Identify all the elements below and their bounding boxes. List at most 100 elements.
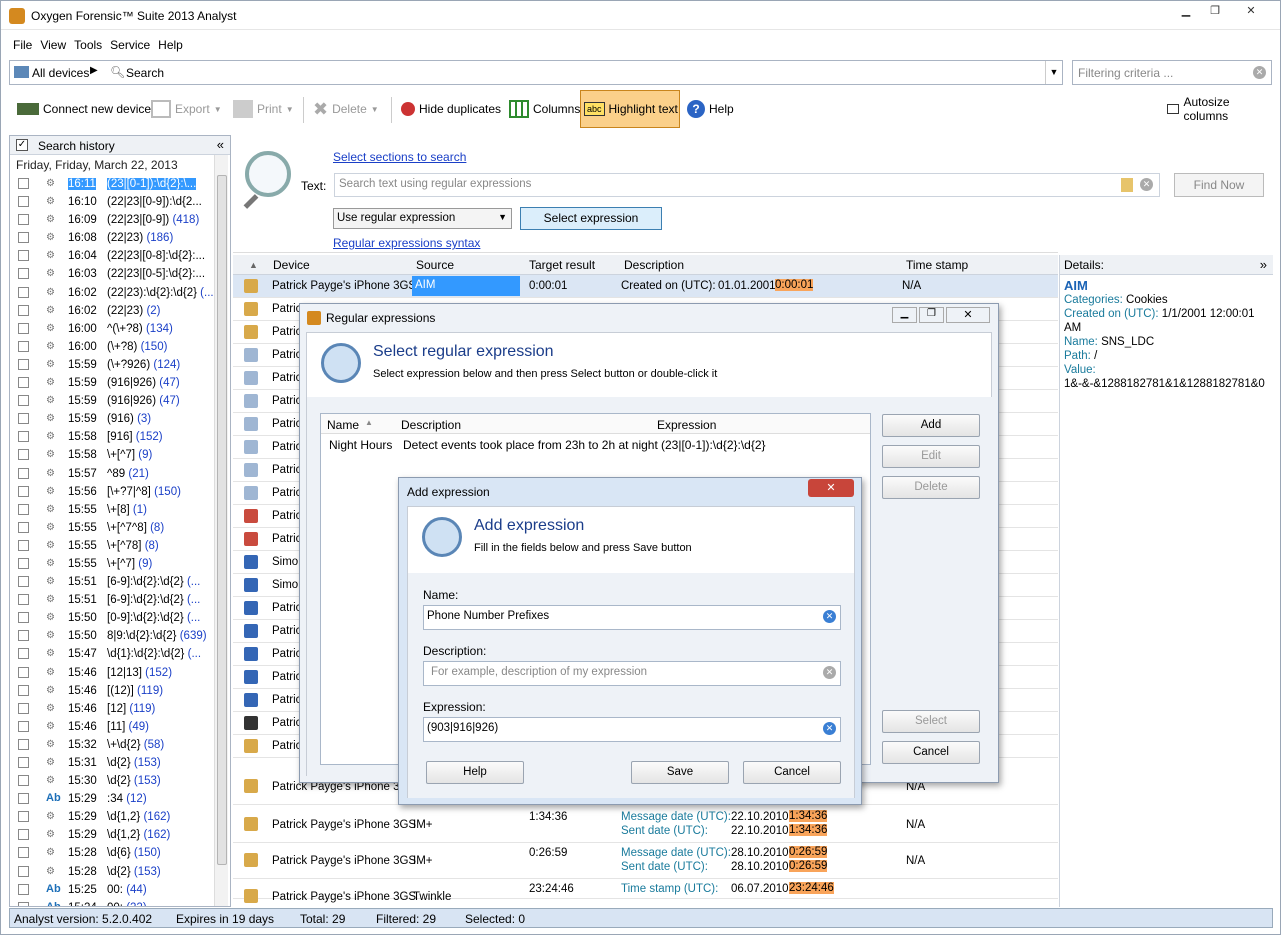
search-text-input[interactable]: Search text using regular expressions ✕ [334, 173, 1160, 197]
dialog-maximize-icon[interactable]: ❐ [919, 307, 944, 323]
history-checkbox[interactable] [18, 702, 29, 714]
history-item[interactable]: ⚙ 15:51 [6-9]:\d{2}:\d{2} (... [10, 573, 230, 591]
history-item[interactable]: ⚙ 15:30 \d{2} (153) [10, 772, 230, 790]
save-button[interactable]: Save [631, 761, 729, 784]
history-item[interactable]: ⚙ 15:32 \+\d{2} (58) [10, 736, 230, 754]
cancel-button[interactable]: Cancel [882, 741, 980, 764]
history-item[interactable]: ⚙ 15:46 [12] (119) [10, 700, 230, 718]
delete-button[interactable]: ✖ Delete ▼ [313, 97, 379, 121]
history-item[interactable]: ⚙ 15:58 \+[^7] (9) [10, 446, 230, 464]
breadcrumb-search[interactable]: Search [126, 66, 164, 80]
history-checkbox[interactable] [18, 901, 29, 906]
select-button[interactable]: Select [882, 710, 980, 733]
history-checkbox[interactable] [18, 178, 29, 189]
history-item[interactable]: ⚙ 15:59 (916|926) (47) [10, 392, 230, 410]
history-checkbox[interactable] [18, 358, 29, 370]
autosize-columns-button[interactable]: Autosize columns [1167, 95, 1273, 123]
columns-button[interactable]: Columns [509, 97, 580, 121]
history-item[interactable]: Ab 15:24 00: (22) [10, 899, 230, 906]
history-item[interactable]: ⚙ 15:28 \d{6} (150) [10, 844, 230, 862]
history-checkbox[interactable] [18, 648, 29, 660]
history-item[interactable]: ⚙ 15:29 \d{1,2} (162) [10, 808, 230, 826]
table-row[interactable]: Patrick Payge's iPhone 3GS Twinkle 23:24:4… [233, 879, 1058, 903]
export-button[interactable]: Export ▼ [151, 97, 222, 121]
history-checkbox[interactable] [18, 395, 29, 407]
edit-button[interactable]: Edit [882, 445, 980, 468]
hide-duplicates-button[interactable]: Hide duplicates [401, 97, 501, 121]
col-description[interactable]: Description [401, 418, 461, 432]
find-now-button[interactable]: Find Now [1174, 173, 1264, 197]
history-checkbox[interactable] [18, 883, 29, 895]
history-checkbox[interactable] [18, 811, 29, 823]
history-checkbox[interactable] [18, 413, 29, 425]
clear-expression-icon[interactable]: ✕ [823, 722, 836, 735]
history-item[interactable]: ⚙ 15:46 [(12)] (119) [10, 682, 230, 700]
clear-filter-icon[interactable]: ✕ [1253, 66, 1266, 79]
history-checkbox[interactable] [18, 829, 29, 841]
history-checkbox[interactable] [18, 286, 29, 298]
history-item[interactable]: ⚙ 15:29 \d{1,2} (162) [10, 826, 230, 844]
dialog-minimize-icon[interactable]: ▁ [892, 307, 917, 323]
history-checkbox[interactable] [18, 503, 29, 515]
history-checkbox[interactable] [18, 449, 29, 461]
close-icon[interactable]: ✕ [1238, 3, 1264, 21]
help-button[interactable]: ? Help [687, 97, 734, 121]
clear-description-icon[interactable]: ✕ [823, 666, 836, 679]
filter-input[interactable]: Filtering criteria ... ✕ [1072, 60, 1272, 85]
history-item[interactable]: ⚙ 15:46 [11] (49) [10, 718, 230, 736]
menu-tools[interactable]: Tools [70, 34, 106, 56]
breadcrumb-devices[interactable]: All devices [32, 66, 89, 80]
history-checkbox[interactable] [18, 196, 29, 208]
history-item[interactable]: ⚙ 15:59 (916|926) (47) [10, 374, 230, 392]
history-checkbox[interactable] [18, 630, 29, 642]
list-item[interactable]: Night Hours Detect events took place fro… [321, 434, 870, 454]
history-item[interactable]: ⚙ 15:59 (916) (3) [10, 410, 230, 428]
history-checkbox[interactable] [18, 467, 29, 479]
collapse-right-icon[interactable]: » [1260, 257, 1267, 272]
history-item[interactable]: ⚙ 16:08 (22|23) (186) [10, 229, 230, 247]
history-checkbox[interactable] [18, 431, 29, 443]
history-checkbox[interactable] [18, 485, 29, 497]
history-item[interactable]: ⚙ 15:55 \+[8] (1) [10, 501, 230, 519]
history-checkbox[interactable] [18, 557, 29, 569]
history-item[interactable]: ⚙ 15:55 \+[^7] (9) [10, 555, 230, 573]
history-item[interactable]: ⚙ 15:31 \d{2} (153) [10, 754, 230, 772]
add-button[interactable]: Add [882, 414, 980, 437]
table-row[interactable]: Patrick Payge's iPhone 3GS IM+ 1:34:36 N/A M… [233, 807, 1058, 843]
history-checkbox[interactable] [18, 576, 29, 588]
search-mode-select[interactable]: Use regular expression ▼ [333, 208, 512, 229]
chevron-down-icon[interactable]: ▼ [1045, 61, 1062, 84]
history-item[interactable]: ⚙ 15:59 (\+?926) (124) [10, 356, 230, 374]
history-checkbox[interactable] [18, 304, 29, 316]
add-cancel-button[interactable]: Cancel [743, 761, 841, 784]
clear-search-icon[interactable]: ✕ [1140, 178, 1153, 191]
history-item[interactable]: Ab 15:29:34 (12) [10, 790, 230, 808]
paste-icon[interactable] [1121, 178, 1133, 192]
address-bar[interactable]: All devices ▶ 🔍︎ Search ▼ [9, 60, 1063, 85]
connect-device-button[interactable]: Connect new device [17, 97, 151, 121]
history-item[interactable]: ⚙ 16:09 (22|23|[0-9]) (418) [10, 211, 230, 229]
minimize-icon[interactable]: ▁ [1173, 3, 1199, 21]
highlight-text-button[interactable]: abc Highlight text [584, 97, 678, 121]
history-checkbox[interactable] [18, 377, 29, 389]
history-checkbox[interactable] [18, 847, 29, 859]
history-item[interactable]: ⚙ 15:57 ^89 (21) [10, 465, 230, 483]
history-item[interactable]: ⚙ 16:02 (22|23) (2) [10, 302, 230, 320]
col-time-stamp[interactable]: Time stamp [906, 258, 968, 272]
clear-name-icon[interactable]: ✕ [823, 610, 836, 623]
history-checkbox[interactable] [18, 757, 29, 768]
history-item[interactable]: ⚙ 15:46 [12|13] (152) [10, 664, 230, 682]
menu-file[interactable]: File [9, 34, 36, 56]
col-target-result[interactable]: Target result [529, 258, 595, 272]
history-item[interactable]: ⚙ 15:51 [6-9]:\d{2}:\d{2} (... [10, 591, 230, 609]
print-button[interactable]: Print ▼ [233, 97, 294, 121]
select-all-checkbox[interactable]: ✓ [16, 139, 28, 151]
history-checkbox[interactable] [18, 594, 29, 606]
menu-service[interactable]: Service [106, 34, 154, 56]
history-item[interactable]: ⚙ 16:00 (\+?8) (150) [10, 338, 230, 356]
history-checkbox[interactable] [18, 612, 29, 624]
col-description[interactable]: Description [624, 258, 684, 272]
name-field[interactable]: Phone Number Prefixes ✕ [423, 605, 841, 630]
history-checkbox[interactable] [18, 340, 29, 352]
history-checkbox[interactable] [18, 865, 29, 877]
